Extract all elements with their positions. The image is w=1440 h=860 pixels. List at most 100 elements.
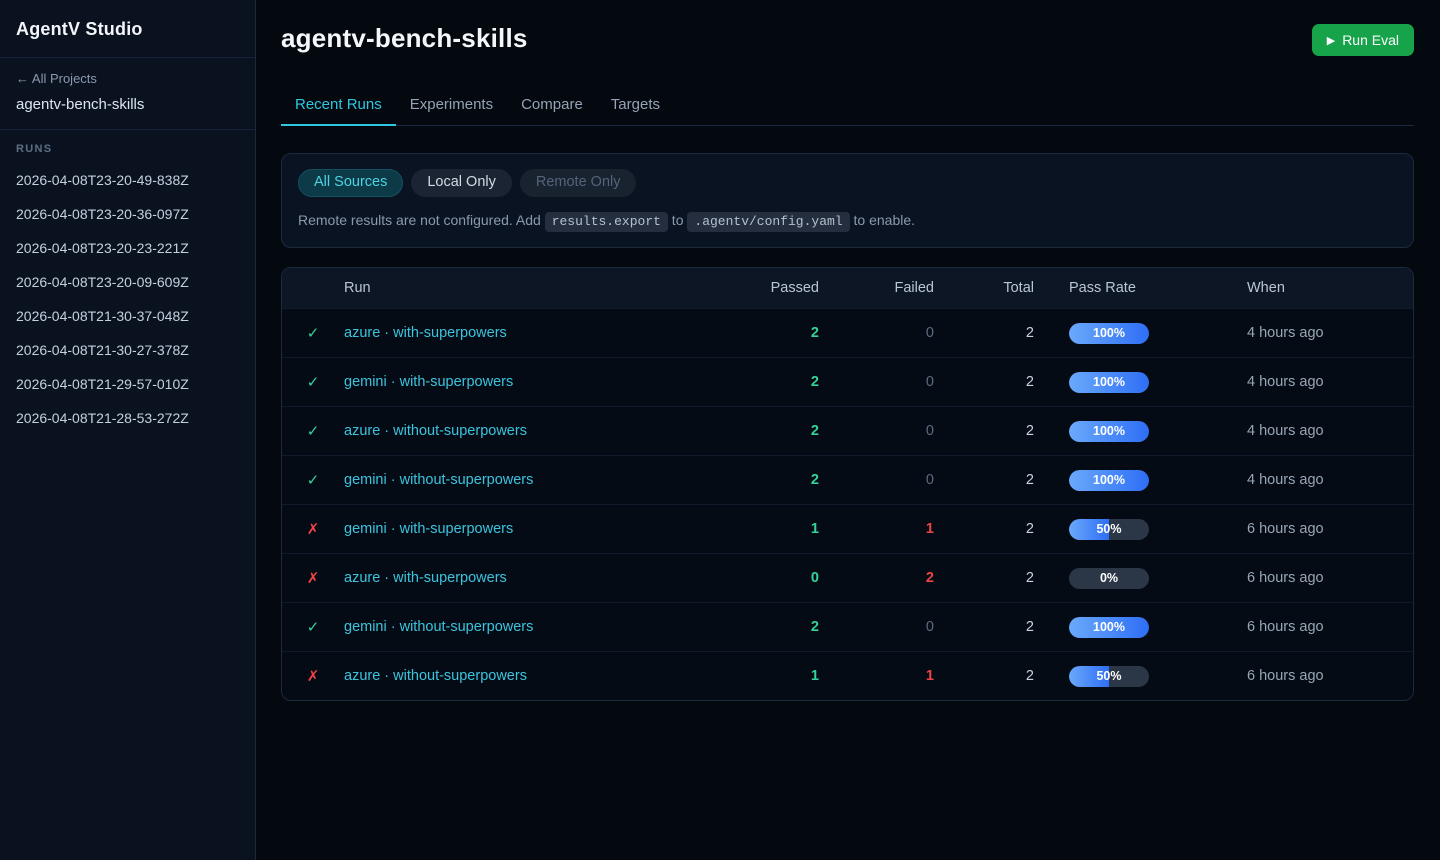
sidebar-run-item[interactable]: 2026-04-08T23-20-09-609Z: [16, 265, 239, 299]
tab-experiments[interactable]: Experiments: [396, 87, 507, 126]
run-eval-button[interactable]: ▶ Run Eval: [1312, 24, 1414, 56]
pass-rate-pill: 100%: [1069, 372, 1149, 393]
pass-rate-label: 50%: [1069, 519, 1149, 540]
pass-rate-cell: 50%: [1034, 519, 1247, 540]
pass-rate-cell: 50%: [1034, 666, 1247, 687]
run-cell: gemini · without-superpowers: [344, 619, 719, 635]
failed-count: 0: [819, 374, 934, 390]
note-text-after: to enable.: [850, 212, 915, 228]
run-link[interactable]: azure · with-superpowers: [344, 325, 507, 341]
tab-targets[interactable]: Targets: [597, 87, 674, 126]
table-row: ✓gemini · with-superpowers202100%4 hours…: [282, 357, 1413, 406]
runs-table: Run Passed Failed Total Pass Rate When ✓…: [281, 267, 1414, 701]
pass-rate-label: 50%: [1069, 666, 1149, 687]
when-cell: 6 hours ago: [1247, 521, 1413, 537]
run-link[interactable]: azure · with-superpowers: [344, 570, 507, 586]
fail-cross-icon: ✗: [282, 569, 344, 587]
run-link[interactable]: gemini · with-superpowers: [344, 521, 513, 537]
table-row: ✓azure · with-superpowers202100%4 hours …: [282, 308, 1413, 357]
table-header-row: Run Passed Failed Total Pass Rate When: [282, 268, 1413, 308]
col-pass-rate: Pass Rate: [1034, 280, 1247, 296]
sidebar-project-name: agentv-bench-skills: [16, 96, 239, 113]
sidebar-run-item[interactable]: 2026-04-08T21-30-27-378Z: [16, 333, 239, 367]
failed-count: 0: [819, 325, 934, 341]
table-row: ✗gemini · with-superpowers11250%6 hours …: [282, 504, 1413, 553]
pass-rate-pill: 100%: [1069, 323, 1149, 344]
filter-pill-remote-only[interactable]: Remote Only: [520, 169, 637, 197]
pass-rate-label: 100%: [1069, 617, 1149, 638]
sidebar-run-item[interactable]: 2026-04-08T23-20-49-838Z: [16, 163, 239, 197]
passed-count: 2: [719, 472, 819, 488]
source-filter-pills: All Sources Local Only Remote Only: [298, 169, 1397, 197]
passed-count: 2: [719, 619, 819, 635]
pass-rate-pill: 100%: [1069, 421, 1149, 442]
page-header: agentv-bench-skills ▶ Run Eval: [281, 0, 1414, 56]
code-chip-config-yaml: .agentv/config.yaml: [687, 212, 849, 232]
fail-cross-icon: ✗: [282, 667, 344, 685]
run-link[interactable]: gemini · without-superpowers: [344, 472, 533, 488]
run-cell: gemini · without-superpowers: [344, 472, 719, 488]
pass-rate-pill: 50%: [1069, 519, 1149, 540]
runs-list: 2026-04-08T23-20-49-838Z2026-04-08T23-20…: [16, 163, 239, 435]
main-content: agentv-bench-skills ▶ Run Eval Recent Ru…: [256, 0, 1440, 860]
sidebar-run-item[interactable]: 2026-04-08T21-28-53-272Z: [16, 401, 239, 435]
tab-recent-runs[interactable]: Recent Runs: [281, 87, 396, 126]
app-title: AgentV Studio: [16, 19, 239, 40]
pass-check-icon: ✓: [282, 471, 344, 489]
total-count: 2: [934, 668, 1034, 684]
failed-count: 0: [819, 472, 934, 488]
col-failed: Failed: [819, 280, 934, 296]
pass-rate-cell: 100%: [1034, 421, 1247, 442]
run-cell: azure · with-superpowers: [344, 570, 719, 586]
col-run: Run: [344, 280, 719, 296]
run-eval-label: Run Eval: [1342, 32, 1399, 48]
passed-count: 2: [719, 423, 819, 439]
pass-rate-label: 100%: [1069, 372, 1149, 393]
when-cell: 4 hours ago: [1247, 374, 1413, 390]
failed-count: 0: [819, 619, 934, 635]
pass-check-icon: ✓: [282, 373, 344, 391]
run-link[interactable]: gemini · with-superpowers: [344, 374, 513, 390]
run-link[interactable]: azure · without-superpowers: [344, 668, 527, 684]
total-count: 2: [934, 423, 1034, 439]
play-icon: ▶: [1327, 34, 1335, 47]
note-text-before: Remote results are not configured. Add: [298, 212, 545, 228]
pass-rate-pill: 100%: [1069, 470, 1149, 491]
sidebar-header: AgentV Studio: [0, 0, 255, 58]
failed-count: 2: [819, 570, 934, 586]
sidebar-run-item[interactable]: 2026-04-08T23-20-36-097Z: [16, 197, 239, 231]
run-cell: azure · with-superpowers: [344, 325, 719, 341]
table-row: ✗azure · without-superpowers11250%6 hour…: [282, 651, 1413, 700]
filter-pill-local-only[interactable]: Local Only: [411, 169, 512, 197]
sidebar-run-item[interactable]: 2026-04-08T21-30-37-048Z: [16, 299, 239, 333]
table-row: ✗azure · with-superpowers0220%6 hours ag…: [282, 553, 1413, 602]
pass-rate-cell: 100%: [1034, 323, 1247, 344]
fail-cross-icon: ✗: [282, 520, 344, 538]
pass-rate-cell: 100%: [1034, 470, 1247, 491]
table-row: ✓azure · without-superpowers202100%4 hou…: [282, 406, 1413, 455]
pass-rate-cell: 100%: [1034, 372, 1247, 393]
when-cell: 6 hours ago: [1247, 570, 1413, 586]
pass-rate-cell: 100%: [1034, 617, 1247, 638]
when-cell: 4 hours ago: [1247, 325, 1413, 341]
failed-count: 1: [819, 668, 934, 684]
pass-rate-cell: 0%: [1034, 568, 1247, 589]
run-link[interactable]: gemini · without-superpowers: [344, 619, 533, 635]
run-cell: azure · without-superpowers: [344, 423, 719, 439]
run-link[interactable]: azure · without-superpowers: [344, 423, 527, 439]
passed-count: 1: [719, 668, 819, 684]
passed-count: 0: [719, 570, 819, 586]
back-all-projects-link[interactable]: ← All Projects: [16, 71, 239, 86]
total-count: 2: [934, 570, 1034, 586]
sidebar-runs-section: RUNS 2026-04-08T23-20-49-838Z2026-04-08T…: [0, 130, 255, 448]
source-filter-card: All Sources Local Only Remote Only Remote …: [281, 153, 1414, 248]
pass-rate-label: 100%: [1069, 421, 1149, 442]
sidebar-run-item[interactable]: 2026-04-08T21-29-57-010Z: [16, 367, 239, 401]
filter-pill-all-sources[interactable]: All Sources: [298, 169, 403, 197]
col-total: Total: [934, 280, 1034, 296]
runs-section-label: RUNS: [16, 143, 239, 155]
pass-check-icon: ✓: [282, 324, 344, 342]
sidebar-run-item[interactable]: 2026-04-08T23-20-23-221Z: [16, 231, 239, 265]
tab-compare[interactable]: Compare: [507, 87, 597, 126]
when-cell: 4 hours ago: [1247, 423, 1413, 439]
